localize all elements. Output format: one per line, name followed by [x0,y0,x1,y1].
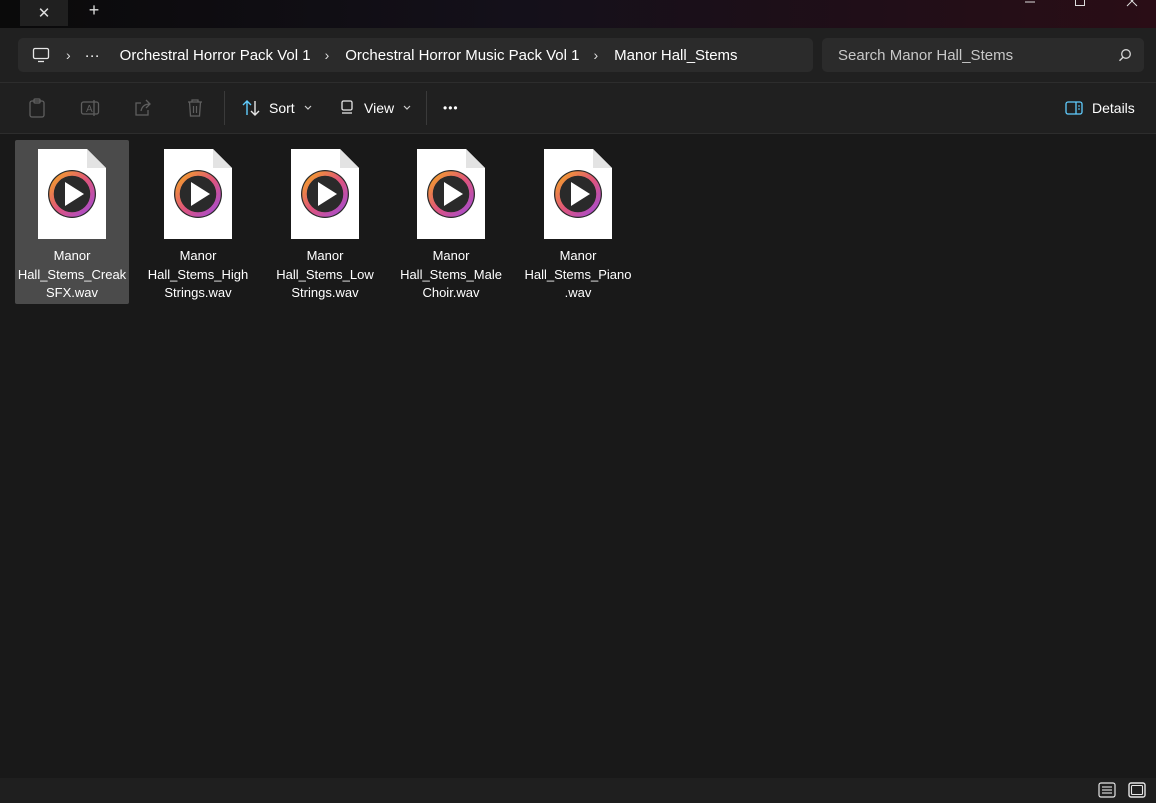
chevron-down-icon [403,105,411,110]
toolbar-divider [426,91,427,125]
media-audio-file-icon [38,149,106,239]
breadcrumb-overflow-button[interactable]: ··· [81,38,104,72]
breadcrumb-item-music-pack[interactable]: Orchestral Horror Music Pack Vol 1 [345,38,579,72]
breadcrumb-item-current[interactable]: Manor Hall_Stems [614,38,737,72]
sort-button[interactable]: Sort [241,95,313,121]
file-item[interactable]: Manor Hall_Stems_High Strings.wav [141,140,255,304]
breadcrumb-item-label: Manor Hall_Stems [614,46,738,64]
close-window-button[interactable] [1126,0,1138,10]
title-bar: ✕ + [0,0,1156,28]
close-icon [1126,0,1138,7]
view-label: View [364,100,395,116]
share-icon [135,99,151,116]
svg-text:A: A [86,104,93,115]
rename-button[interactable]: A [80,95,100,121]
file-name: Manor Hall_Stems_High Strings.wav [147,248,249,300]
file-item[interactable]: Manor Hall_Stems_Piano .wav [521,140,635,304]
file-list[interactable]: Manor Hall_Stems_Creak SFX.wav Manor Hall_S… [0,134,1156,778]
search-input[interactable]: Search Manor Hall_Stems [822,38,1144,72]
plus-icon: + [88,0,100,20]
media-audio-file-icon [544,149,612,239]
tiles-view-icon [1128,782,1146,798]
see-more-button[interactable]: ••• [443,95,459,121]
media-audio-file-icon [417,149,485,239]
minimize-button[interactable] [1024,0,1036,10]
maximize-button[interactable] [1074,0,1086,10]
breadcrumb-item-label: Orchestral Horror Music Pack Vol 1 [345,46,580,64]
minimize-icon [1025,1,1035,3]
chevron-down-icon [304,105,312,110]
maximize-icon [1075,0,1085,6]
breadcrumb-item-label: Orchestral Horror Pack Vol 1 [119,46,311,64]
file-item[interactable]: Manor Hall_Stems_Creak SFX.wav [15,140,129,304]
media-audio-file-icon [291,149,359,239]
media-audio-file-icon [164,149,232,239]
details-view-icon [1098,782,1116,798]
file-name: Manor Hall_Stems_Low Strings.wav [276,248,374,300]
address-bar-region: › ··· Orchestral Horror Pack Vol 1 › Orc… [0,28,1156,83]
breadcrumb-chevron-icon[interactable]: › [311,47,346,63]
more-icon: ··· [84,46,100,64]
search-placeholder: Search Manor Hall_Stems [838,46,1014,64]
file-item[interactable]: Manor Hall_Stems_Male Choir.wav [394,140,508,304]
command-bar: A Sort View ••• Details [0,83,1156,134]
sort-arrows-icon [242,100,260,116]
close-icon: ✕ [37,5,51,22]
trash-icon [188,99,202,117]
view-button[interactable]: View [340,95,412,121]
file-item[interactable]: Manor Hall_Stems_Low Strings.wav [268,140,382,304]
close-tab-button[interactable]: ✕ [20,0,68,26]
details-pane-icon [1065,101,1083,115]
computer-icon [32,47,50,63]
file-name: Manor Hall_Stems_Creak SFX.wav [17,248,127,300]
paste-icon [29,98,45,118]
large-icons-view-button[interactable] [1128,782,1146,798]
breadcrumb[interactable]: › ··· Orchestral Horror Pack Vol 1 › Orc… [18,38,813,72]
rename-icon: A [80,100,100,116]
details-label: Details [1092,100,1135,116]
status-bar [0,778,1156,800]
details-view-button[interactable] [1098,782,1116,798]
breadcrumb-chevron-icon[interactable]: › [580,47,615,63]
breadcrumb-item-pack[interactable]: Orchestral Horror Pack Vol 1 [104,38,311,72]
share-button[interactable] [133,95,153,121]
more-icon: ••• [443,101,459,115]
details-pane-button[interactable]: Details [1065,95,1135,121]
search-icon[interactable] [1118,48,1132,62]
sort-label: Sort [269,100,295,116]
computer-button[interactable] [32,47,50,63]
delete-button[interactable] [186,95,204,121]
breadcrumb-chevron-icon[interactable]: › [50,47,81,63]
view-icon [341,100,353,114]
new-tab-button[interactable]: + [84,0,104,22]
paste-button[interactable] [28,95,46,121]
file-name: Manor Hall_Stems_Piano .wav [524,248,632,300]
toolbar-divider [224,91,225,125]
file-name: Manor Hall_Stems_Male Choir.wav [400,248,502,300]
